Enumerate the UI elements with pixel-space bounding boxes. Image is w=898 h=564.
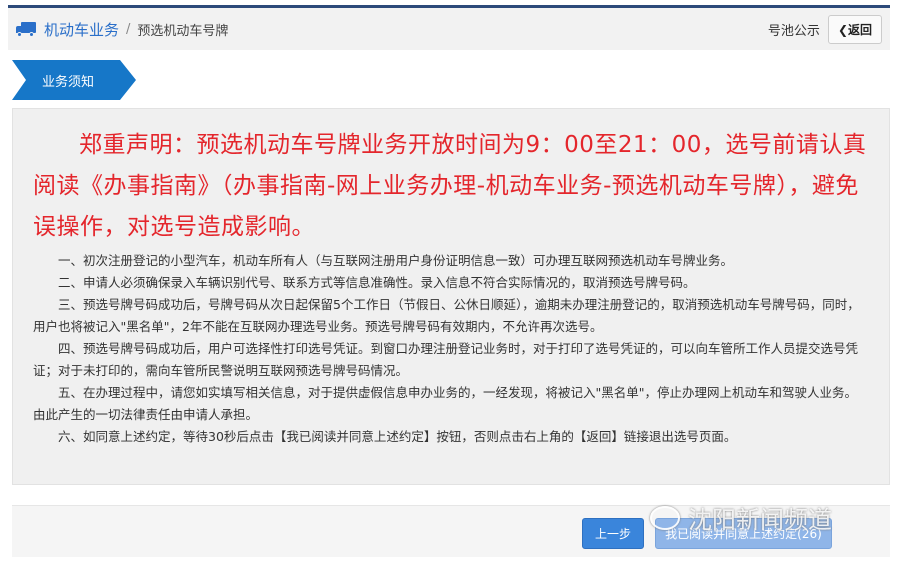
truck-icon — [16, 22, 36, 37]
notice-item: 五、在办理过程中，请您如实填写相关信息，对于提供虚假信息申办业务的，一经发现，将… — [33, 385, 858, 422]
notice-items: 一、初次注册登记的小型汽车，机动车所有人（与互联网注册用户身份证明信息一致）可办… — [33, 250, 869, 448]
notice-item: 二、申请人必须确保录入车辆识别代号、联系方式等信息准确性。录入信息不符合实际情况… — [58, 275, 696, 290]
notice-statement: 郑重声明：预选机动车号牌业务开放时间为9：00至21：00，选号前请认真阅读《办… — [33, 132, 867, 240]
prev-step-button[interactable]: 上一步 — [582, 518, 644, 549]
breadcrumb-root[interactable]: 机动车业务 — [44, 19, 119, 40]
notice-item: 三、预选号牌号码成功后，号牌号码从次日起保留5个工作日（节假日、公休日顺延），逾… — [33, 297, 860, 334]
breadcrumb-current: 预选机动车号牌 — [137, 23, 229, 39]
breadcrumb-separator: / — [126, 21, 131, 37]
footer-bar: 上一步 我已阅读并同意上述约定(26) — [12, 505, 890, 557]
pool-public-link[interactable]: 号池公示 — [768, 20, 820, 39]
notice-panel: 郑重声明：预选机动车号牌业务开放时间为9：00至21：00，选号前请认真阅读《办… — [12, 108, 890, 485]
agree-button[interactable]: 我已阅读并同意上述约定(26) — [655, 518, 832, 549]
notice-item: 一、初次注册登记的小型汽车，机动车所有人（与互联网注册用户身份证明信息一致）可办… — [58, 253, 734, 268]
back-button[interactable]: ❮返回 — [827, 14, 882, 44]
notice-item: 六、如同意上述约定，等待30秒后点击【我已阅读并同意上述约定】按钮，否则点击右上… — [58, 429, 737, 444]
step-tab-notice: 业务须知 — [12, 60, 136, 100]
notice-item: 四、预选号牌号码成功后，用户可选择性打印选号凭证。到窗口办理注册登记业务时，对于… — [33, 341, 859, 378]
header-bar: 机动车业务 / 预选机动车号牌 号池公示 ❮返回 — [8, 8, 890, 50]
